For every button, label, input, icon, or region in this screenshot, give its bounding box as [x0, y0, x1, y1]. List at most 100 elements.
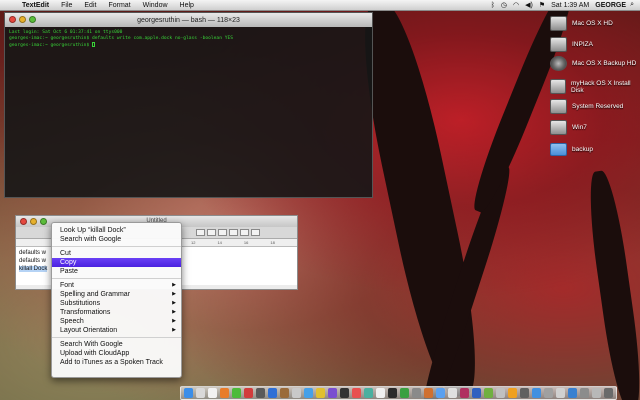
- context-menu-item[interactable]: Spelling and Grammar ▶: [52, 290, 181, 299]
- dock-app-icon[interactable]: [436, 388, 445, 398]
- zoom-button[interactable]: [40, 218, 47, 225]
- dock-app-icon[interactable]: [568, 388, 577, 398]
- context-menu-item[interactable]: Look Up “killall Dock”: [52, 226, 181, 235]
- desktop-icon-myhack-install-disk[interactable]: myHack OS X Install Disk: [550, 79, 640, 94]
- list-button[interactable]: [251, 229, 260, 236]
- justify-button[interactable]: [229, 229, 238, 236]
- dock-app-icon[interactable]: [328, 388, 337, 398]
- menu-clock[interactable]: Sat 1:39 AM: [548, 2, 592, 9]
- dock-app-icon[interactable]: [280, 388, 289, 398]
- dock-app-icon[interactable]: [544, 388, 553, 398]
- wallpaper-branch: [583, 169, 640, 400]
- terminal-output[interactable]: Last login: Sat Oct 6 01:37:41 on ttys00…: [5, 27, 372, 52]
- dock-app-icon[interactable]: [340, 388, 349, 398]
- desktop-icon-inpiza[interactable]: INPIZA: [550, 37, 593, 52]
- line-spacing-button[interactable]: [240, 229, 249, 236]
- dock-app-icon[interactable]: [520, 388, 529, 398]
- close-button[interactable]: [9, 16, 16, 23]
- desktop-icon-system-reserved[interactable]: System Reserved: [550, 99, 623, 114]
- context-menu-item[interactable]: Paste: [52, 267, 181, 276]
- context-menu-item[interactable]: Font ▶: [52, 281, 181, 290]
- zoom-button[interactable]: [29, 16, 36, 23]
- desktop-icon-label: Mac OS X Backup HD: [572, 60, 637, 67]
- minimize-button[interactable]: [30, 218, 37, 225]
- context-menu-item[interactable]: Add to iTunes as a Spoken Track: [52, 358, 181, 367]
- context-menu-item-label: Copy: [60, 259, 77, 266]
- dock-app-icon[interactable]: [316, 388, 325, 398]
- submenu-arrow-icon: ▶: [172, 300, 176, 306]
- menu-bar: TextEdit File Edit Format Window Help ᛒ …: [0, 0, 640, 11]
- desktop-icon-label: INPIZA: [572, 41, 593, 48]
- terminal-window[interactable]: georgesruthin — bash — 118×23 Last login…: [4, 12, 373, 198]
- align-center-button[interactable]: [207, 229, 216, 236]
- context-menu-item-label: Layout Orientation: [60, 327, 118, 334]
- dock-app-icon[interactable]: [184, 388, 193, 398]
- window-controls: [20, 218, 47, 225]
- menu-help[interactable]: Help: [174, 2, 200, 9]
- context-menu-item[interactable]: Speech ▶: [52, 317, 181, 326]
- dock-app-icon[interactable]: [592, 388, 601, 398]
- volume-icon[interactable]: ◀): [522, 1, 536, 9]
- dock-app-icon[interactable]: [604, 388, 613, 398]
- dock-app-icon[interactable]: [256, 388, 265, 398]
- wifi-icon[interactable]: ◠: [510, 1, 522, 9]
- desktop-icon-mac-os-x-hd[interactable]: Mac OS X HD: [550, 16, 613, 31]
- dock-app-icon[interactable]: [220, 388, 229, 398]
- context-menu-item[interactable]: Transformations ▶: [52, 308, 181, 317]
- align-right-button[interactable]: [218, 229, 227, 236]
- minimize-button[interactable]: [19, 16, 26, 23]
- desktop-icon-label: Mac OS X HD: [572, 20, 613, 27]
- context-menu-item[interactable]: Search with Google: [52, 235, 181, 244]
- context-menu-item-label: Search with Google: [60, 236, 122, 243]
- dock-app-icon[interactable]: [388, 388, 397, 398]
- dock-app-icon[interactable]: [472, 388, 481, 398]
- dock-app-icon[interactable]: [196, 388, 205, 398]
- context-menu-item[interactable]: Substitutions ▶: [52, 299, 181, 308]
- dock-app-icon[interactable]: [532, 388, 541, 398]
- bluetooth-icon[interactable]: ᛒ: [488, 2, 498, 9]
- dock-app-icon[interactable]: [244, 388, 253, 398]
- context-menu-item[interactable]: Layout Orientation ▶: [52, 326, 181, 335]
- dock-app-icon[interactable]: [448, 388, 457, 398]
- dock-app-icon[interactable]: [412, 388, 421, 398]
- menu-edit[interactable]: Edit: [78, 2, 102, 9]
- dock-app-icon[interactable]: [556, 388, 565, 398]
- dock-app-icon[interactable]: [232, 388, 241, 398]
- context-menu-item-label: Substitutions: [60, 300, 101, 307]
- submenu-arrow-icon: ▶: [172, 318, 176, 324]
- dock-app-icon[interactable]: [400, 388, 409, 398]
- flag-icon[interactable]: ⚑: [536, 1, 548, 9]
- spotlight-icon[interactable]: ⌕: [627, 1, 637, 9]
- menu-file[interactable]: File: [55, 2, 78, 9]
- close-button[interactable]: [20, 218, 27, 225]
- dock-app-icon[interactable]: [376, 388, 385, 398]
- dock-app-icon[interactable]: [508, 388, 517, 398]
- context-menu-item-label: Paste: [60, 268, 78, 275]
- dock-app-icon[interactable]: [304, 388, 313, 398]
- terminal-title-bar[interactable]: georgesruthin — bash — 118×23: [5, 13, 372, 27]
- align-left-button[interactable]: [196, 229, 205, 236]
- desktop-icon-mac-os-x-backup-hd[interactable]: Mac OS X Backup HD: [550, 56, 636, 71]
- context-menu-item[interactable]: Copy: [52, 258, 181, 267]
- dock-app-icon[interactable]: [484, 388, 493, 398]
- dock-app-icon[interactable]: [496, 388, 505, 398]
- dock-app-icon[interactable]: [268, 388, 277, 398]
- time-machine-icon[interactable]: ◷: [498, 1, 510, 9]
- desktop-icon-win7[interactable]: Win7: [550, 120, 587, 135]
- menu-app-name[interactable]: TextEdit: [16, 2, 55, 9]
- dock-app-icon[interactable]: [292, 388, 301, 398]
- dock-app-icon[interactable]: [424, 388, 433, 398]
- dock-app-icon[interactable]: [352, 388, 361, 398]
- selected-text[interactable]: killall Dock: [19, 266, 48, 272]
- context-menu-item[interactable]: Upload with CloudApp: [52, 349, 181, 358]
- ruler-tick: 18: [270, 240, 275, 245]
- menu-format[interactable]: Format: [102, 2, 136, 9]
- desktop-icon-backup[interactable]: backup: [550, 143, 593, 156]
- menu-window[interactable]: Window: [137, 2, 174, 9]
- dock-app-icon[interactable]: [208, 388, 217, 398]
- dock-app-icon[interactable]: [580, 388, 589, 398]
- dock-app-icon[interactable]: [460, 388, 469, 398]
- dock-app-icon[interactable]: [364, 388, 373, 398]
- context-menu-item[interactable]: Search With Google: [52, 340, 181, 349]
- context-menu-item[interactable]: Cut: [52, 249, 181, 258]
